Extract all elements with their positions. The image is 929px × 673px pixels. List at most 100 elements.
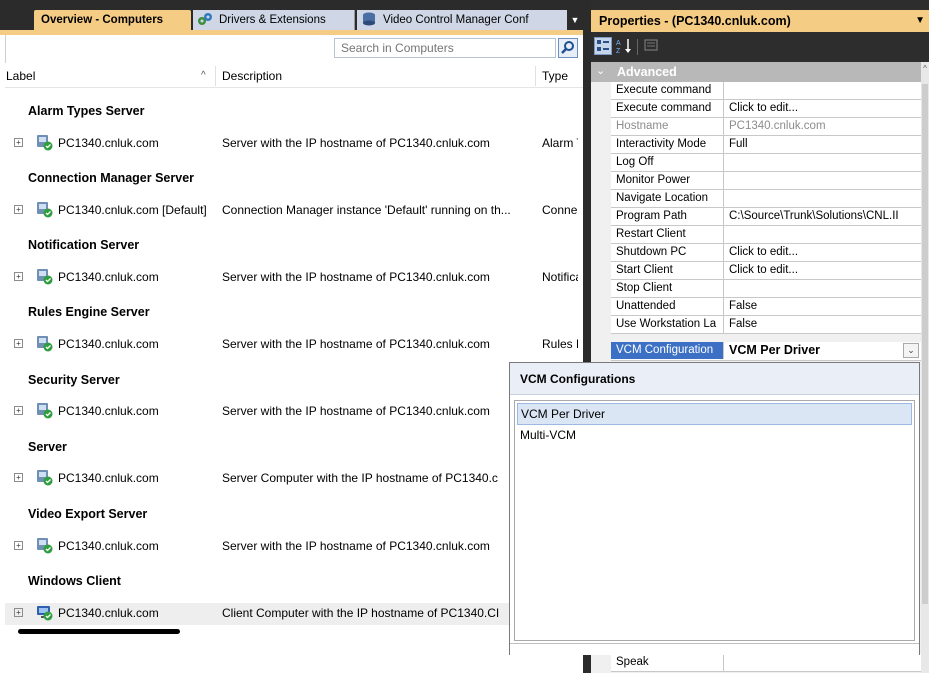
property-name: Log Off — [611, 154, 724, 171]
category-row-advanced[interactable]: ⌄ Advanced — [591, 62, 921, 82]
scrollbar-thumb[interactable] — [922, 84, 928, 604]
property-value[interactable] — [725, 654, 921, 671]
property-name: Monitor Power — [611, 172, 724, 189]
tab-label: Drivers & Extensions — [219, 14, 326, 26]
tab-video-control-manager[interactable]: Video Control Manager Conf — [357, 10, 567, 30]
scroll-up-icon[interactable]: ^ — [921, 64, 929, 73]
server-computer-icon — [37, 336, 53, 352]
column-header-label[interactable]: Label — [6, 69, 35, 83]
category-label: Advanced — [617, 65, 677, 79]
dropdown-resize-footer[interactable] — [510, 643, 919, 655]
property-row[interactable]: Execute command — [611, 82, 921, 100]
tab-overview-computers[interactable]: Overview - Computers — [34, 10, 191, 30]
pane-menu-dropdown-icon[interactable]: ▼ — [915, 10, 925, 32]
expand-plus-icon[interactable]: + — [14, 541, 23, 550]
property-name: Speak — [611, 654, 724, 671]
property-value[interactable] — [725, 82, 921, 99]
alphabetical-sort-button[interactable]: AZ — [615, 37, 633, 55]
expand-plus-icon[interactable]: + — [14, 272, 23, 281]
property-row[interactable]: Monitor Power — [611, 172, 921, 190]
expand-plus-icon[interactable]: + — [14, 205, 23, 214]
categorized-view-button[interactable] — [594, 37, 612, 55]
column-divider[interactable] — [535, 66, 536, 86]
expand-plus-icon[interactable]: + — [14, 608, 23, 617]
expand-plus-icon[interactable]: + — [14, 138, 23, 147]
row-label: PC1340.cnluk.com [Default] — [58, 203, 207, 217]
property-name: Hostname — [611, 118, 724, 135]
row-description: Server Computer with the IP hostname of … — [222, 471, 498, 485]
document-tab-strip: Overview - Computers Drivers & Extension… — [0, 0, 583, 35]
group-header: Video Export Server — [28, 507, 148, 521]
column-header-description[interactable]: Description — [222, 69, 282, 83]
column-divider[interactable] — [215, 66, 216, 86]
property-name: Execute command — [611, 100, 724, 117]
property-value[interactable]: False — [725, 316, 921, 333]
property-value[interactable] — [725, 154, 921, 171]
property-value[interactable]: Click to edit... — [725, 244, 921, 261]
table-row[interactable]: + PC1340.cnluk.com Server with the IP ho… — [5, 133, 583, 155]
vcm-configuration-select[interactable]: VCM Per Driver — [725, 342, 921, 359]
property-value[interactable]: Click to edit... — [725, 262, 921, 279]
collapse-chevron-icon[interactable]: ⌄ — [596, 64, 605, 77]
option-multi-vcm[interactable]: Multi-VCM — [517, 425, 912, 447]
property-row[interactable]: Unattended False — [611, 298, 921, 316]
row-label: PC1340.cnluk.com — [58, 270, 159, 284]
property-value[interactable] — [725, 172, 921, 189]
table-row[interactable]: + PC1340.cnluk.com [Default] Connection … — [5, 200, 583, 222]
property-value[interactable]: C:\Source\Trunk\Solutions\CNL.II — [725, 208, 921, 225]
property-value[interactable]: Full — [725, 136, 921, 153]
column-header-type[interactable]: Type — [542, 69, 568, 83]
property-row-vcm-configuration[interactable]: VCM Configuration VCM Per Driver ⌄ — [611, 342, 921, 361]
chevron-down-icon[interactable]: ⌄ — [903, 343, 919, 358]
expand-plus-icon[interactable]: + — [14, 406, 23, 415]
row-label: PC1340.cnluk.com — [58, 606, 159, 620]
table-row[interactable]: + PC1340.cnluk.com Server with the IP ho… — [5, 334, 583, 356]
property-value[interactable]: False — [725, 298, 921, 315]
property-grid-scrollbar[interactable]: ^ — [921, 62, 929, 673]
property-pages-button[interactable] — [643, 37, 661, 55]
property-row[interactable]: Hostname PC1340.cnluk.com — [611, 118, 921, 136]
row-description: Client Computer with the IP hostname of … — [222, 606, 500, 620]
dropdown-title: VCM Configurations — [520, 372, 636, 386]
row-description: Server with the IP hostname of PC1340.cn… — [222, 337, 490, 351]
property-row[interactable]: Stop Client — [611, 280, 921, 298]
server-computer-icon — [37, 538, 53, 554]
row-label: PC1340.cnluk.com — [58, 337, 159, 351]
table-row[interactable]: + PC1340.cnluk.com Server with the IP ho… — [5, 401, 583, 423]
property-value[interactable]: Click to edit... — [725, 100, 921, 117]
expand-plus-icon[interactable]: + — [14, 473, 23, 482]
property-row[interactable]: Navigate Location — [611, 190, 921, 208]
search-button[interactable] — [558, 38, 578, 58]
option-vcm-per-driver[interactable]: VCM Per Driver — [517, 403, 912, 425]
property-row[interactable]: Interactivity Mode Full — [611, 136, 921, 154]
property-value[interactable] — [725, 190, 921, 207]
property-row[interactable]: Shutdown PC Click to edit... — [611, 244, 921, 262]
table-row[interactable]: + PC1340.cnluk.com Client Computer with … — [5, 603, 583, 625]
row-label: PC1340.cnluk.com — [58, 539, 159, 553]
property-value[interactable] — [725, 226, 921, 243]
tab-overflow-dropdown-icon[interactable]: ▼ — [568, 13, 582, 27]
property-row[interactable]: Log Off — [611, 154, 921, 172]
computers-document-pane: Overview - Computers Drivers & Extension… — [0, 0, 583, 673]
annotation-underline — [18, 629, 180, 634]
property-row[interactable]: Program Path C:\Source\Trunk\Solutions\CN… — [611, 208, 921, 226]
row-description: Server with the IP hostname of PC1340.cn… — [222, 270, 490, 284]
property-row[interactable]: Start Client Click to edit... — [611, 262, 921, 280]
properties-title: Properties - (PC1340.cnluk.com) — [599, 14, 791, 28]
table-row[interactable]: + PC1340.cnluk.com Server with the IP ho… — [5, 267, 583, 289]
server-computer-icon — [37, 269, 53, 285]
property-name: Unattended — [611, 298, 724, 315]
server-computer-icon — [37, 403, 53, 419]
property-row[interactable]: Restart Client — [611, 226, 921, 244]
property-row[interactable]: Speak — [611, 654, 921, 672]
expand-plus-icon[interactable]: + — [14, 339, 23, 348]
property-name: Execute command — [611, 82, 724, 99]
property-row[interactable]: Use Workstation La False — [611, 316, 921, 334]
table-row[interactable]: + PC1340.cnluk.com Server Computer with … — [5, 468, 583, 490]
property-value[interactable] — [725, 280, 921, 297]
search-input[interactable] — [334, 38, 556, 58]
tab-drivers-extensions[interactable]: Drivers & Extensions — [193, 10, 355, 30]
property-row[interactable]: Execute command Click to edit... — [611, 100, 921, 118]
property-name: Restart Client — [611, 226, 724, 243]
table-row[interactable]: + PC1340.cnluk.com Server with the IP ho… — [5, 536, 583, 558]
